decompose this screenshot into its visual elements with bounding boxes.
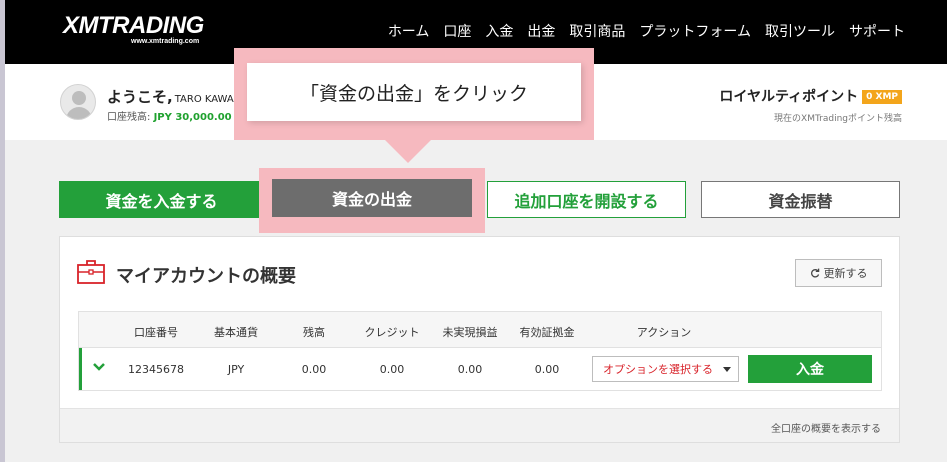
transfer-funds-button[interactable]: 資金振替 [701, 181, 900, 218]
balance-value: JPY 30,000.00 [153, 112, 232, 123]
nav-item-account[interactable]: 口座 [443, 21, 471, 41]
cell-currency: JPY [227, 363, 245, 376]
col-unrealized: 未実現損益 [442, 326, 498, 339]
briefcase-icon [77, 260, 105, 284]
cell-equity: 0.00 [534, 363, 560, 376]
brand-logo-url: www.xmtrading.com [131, 38, 200, 45]
col-account-no: 口座番号 [134, 326, 178, 339]
loyalty-points: ロイヤルティポイント 0 XMP 現在のXMTradingポイント残高 [719, 86, 902, 124]
accounts-table: 口座番号 基本通貨 残高 クレジット 未実現損益 有効証拠金 アクション 123… [78, 311, 882, 391]
main-nav: ホーム 口座 入金 出金 取引商品 プラットフォーム 取引ツール サポート [388, 21, 905, 41]
nav-item-platform[interactable]: プラットフォーム [639, 21, 751, 41]
col-equity: 有効証拠金 [519, 326, 575, 339]
row-deposit-button[interactable]: 入金 [748, 355, 872, 383]
callout-text: 「資金の出金」をクリック [247, 63, 581, 121]
col-action: アクション [636, 326, 692, 339]
brand-logo[interactable]: XMTRADING [63, 12, 204, 40]
cell-balance: 0.00 [301, 363, 327, 376]
loyalty-subtitle: 現在のXMTradingポイント残高 [774, 114, 902, 124]
col-credit: クレジット [364, 326, 420, 339]
account-overview-panel: マイアカウントの概要 更新する 口座番号 基本通貨 残高 クレジット 未実現損益… [59, 236, 900, 443]
option-select-value: オプションを選択する [603, 363, 713, 376]
cell-unrealized: 0.00 [457, 363, 483, 376]
refresh-label: 更新する [823, 267, 868, 280]
welcome-text: ようこそ, TARO KAWASE [107, 86, 246, 107]
nav-item-products[interactable]: 取引商品 [569, 21, 625, 41]
user-avatar-icon [60, 84, 96, 120]
dropdown-caret-icon [723, 367, 731, 372]
refresh-icon [810, 268, 819, 278]
greeting: ようこそ, [107, 88, 173, 106]
table-row: 12345678 JPY 0.00 0.00 0.00 0.00 オプションを選… [79, 348, 881, 390]
balance-label: 口座残高: [107, 112, 151, 123]
cell-credit: 0.00 [379, 363, 405, 376]
nav-item-tools[interactable]: 取引ツール [765, 21, 835, 41]
xmp-badge: 0 XMP [862, 90, 902, 104]
panel-title: マイアカウントの概要 [116, 266, 296, 287]
view-all-accounts-link[interactable]: 全口座の概要を表示する [771, 420, 881, 435]
col-balance: 残高 [303, 326, 325, 339]
account-option-select[interactable]: オプションを選択する [592, 356, 739, 382]
chevron-down-icon[interactable] [92, 361, 106, 373]
panel-footer: 全口座の概要を表示する [60, 408, 899, 442]
cell-account-no: 12345678 [128, 363, 184, 376]
nav-item-deposit[interactable]: 入金 [485, 21, 513, 41]
nav-item-support[interactable]: サポート [849, 21, 905, 41]
callout-pointer [384, 139, 432, 163]
refresh-button[interactable]: 更新する [795, 259, 882, 287]
table-header: 口座番号 基本通貨 残高 クレジット 未実現損益 有効証拠金 アクション [79, 312, 881, 348]
loyalty-title: ロイヤルティポイント [719, 89, 859, 105]
account-balance: 口座残高: JPY 30,000.00 (1 [107, 108, 245, 123]
nav-item-withdraw[interactable]: 出金 [527, 21, 555, 41]
open-additional-account-button[interactable]: 追加口座を開設する [487, 181, 686, 218]
col-currency: 基本通貨 [214, 326, 258, 339]
nav-item-home[interactable]: ホーム [388, 21, 430, 41]
deposit-funds-button[interactable]: 資金を入金する [59, 181, 264, 218]
withdraw-funds-button[interactable]: 資金の出金 [272, 179, 472, 217]
